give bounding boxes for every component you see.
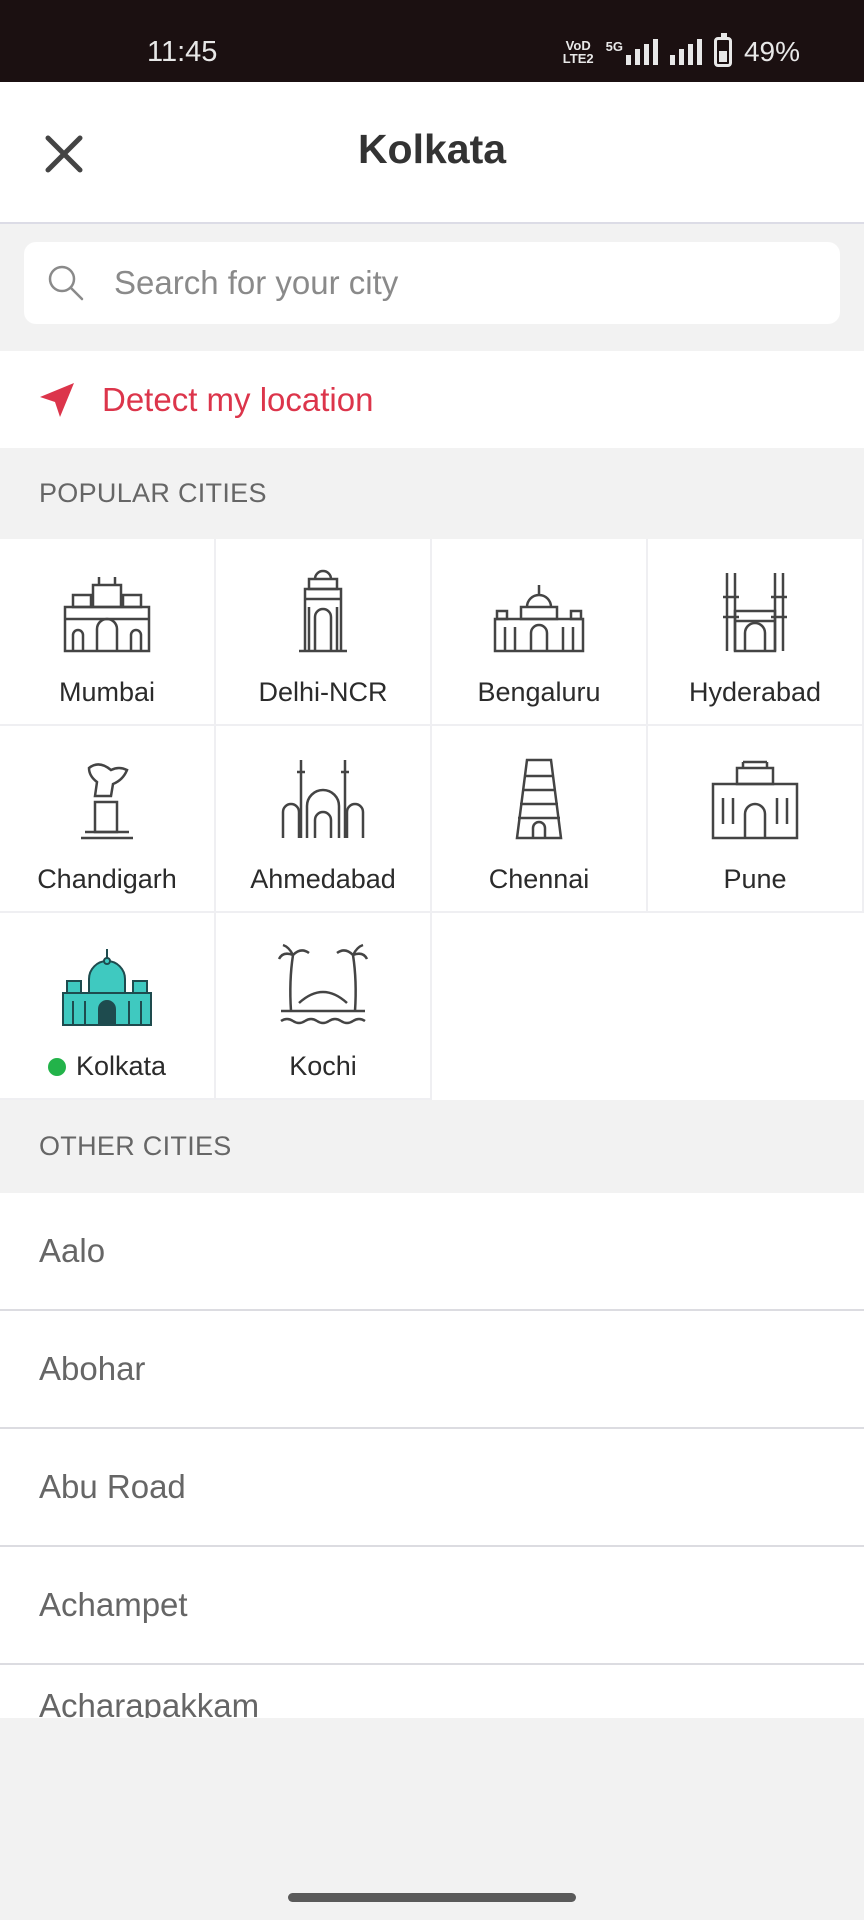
city-tile-delhi-ncr[interactable]: Delhi-NCR	[216, 539, 432, 726]
selected-indicator-dot	[47, 1057, 66, 1076]
search-box[interactable]	[24, 242, 840, 324]
popular-cities-grid: Mumbai Delhi-NCR Bengaluru Hyderabad Cha…	[0, 539, 864, 1100]
city-label: Kolkata	[47, 1051, 167, 1082]
city-label: Delhi-NCR	[258, 677, 387, 708]
city-name: Ahmedabad	[250, 864, 396, 894]
city-name: Pune	[723, 864, 787, 894]
list-item[interactable]: Acharapakkam	[0, 1665, 864, 1718]
detect-location-button[interactable]: Detect my location	[0, 351, 864, 448]
city-tile-pune[interactable]: Pune	[648, 726, 864, 913]
other-cities-heading: OTHER CITIES	[0, 1100, 864, 1193]
city-tile-chennai[interactable]: Chennai	[432, 726, 648, 913]
city-label: Bengaluru	[477, 677, 600, 708]
city-name: Mumbai	[58, 677, 156, 707]
india-gate-icon	[299, 569, 347, 653]
search-input[interactable]	[114, 264, 794, 302]
search-section	[0, 226, 864, 351]
city-label: Chandigarh	[37, 864, 177, 895]
list-item[interactable]: Aalo	[0, 1193, 864, 1311]
palm-trees-icon	[277, 943, 369, 1025]
victoria-memorial-icon	[62, 949, 152, 1026]
city-name: Delhi-NCR	[258, 677, 388, 707]
list-item[interactable]: Achampet	[0, 1547, 864, 1665]
list-item[interactable]: Abohar	[0, 1311, 864, 1429]
status-time: 11:45	[147, 36, 218, 68]
city-tile-bengaluru[interactable]: Bengaluru	[432, 539, 648, 726]
city-tile-chandigarh[interactable]: Chandigarh	[0, 726, 216, 913]
city-label: Pune	[723, 864, 786, 895]
popular-cities-heading: POPULAR CITIES	[0, 448, 864, 539]
status-icons: VoD LTE2 5G 49%	[563, 33, 800, 68]
search-icon	[48, 265, 84, 301]
list-item[interactable]: Abu Road	[0, 1429, 864, 1547]
shaniwar-wada-icon	[711, 760, 799, 840]
city-label: Mumbai	[59, 677, 155, 708]
city-name: Kolkata	[75, 1051, 167, 1081]
page-title: Kolkata	[357, 126, 507, 172]
detect-location-label: Detect my location	[102, 380, 374, 418]
city-tile-mumbai[interactable]: Mumbai	[0, 539, 216, 726]
temple-gopuram-icon	[515, 758, 563, 840]
city-label: Kochi	[289, 1051, 357, 1082]
volte-icon: VoD LTE2	[563, 39, 594, 65]
city-name: Kochi	[289, 1051, 357, 1081]
signal-icon	[669, 39, 702, 65]
city-tile-ahmedabad[interactable]: Ahmedabad	[216, 726, 432, 913]
city-tile-hyderabad[interactable]: Hyderabad	[648, 539, 864, 726]
ahmedabad-mosque-icon	[281, 760, 365, 838]
city-name: Hyderabad	[688, 677, 822, 707]
status-bar: 11:45 VoD LTE2 5G 49%	[0, 0, 864, 82]
battery-percent: 49%	[743, 36, 800, 67]
5g-label: 5G	[605, 39, 623, 54]
signal-5g-icon: 5G	[606, 39, 658, 65]
other-cities-list: Aalo Abohar Abu Road Achampet Acharapakk…	[0, 1193, 864, 1718]
city-tile-kochi[interactable]: Kochi	[216, 913, 432, 1100]
city-name: Chennai	[488, 864, 590, 894]
city-tile-kolkata[interactable]: Kolkata	[0, 913, 216, 1100]
gateway-of-india-icon	[63, 577, 151, 653]
empty-cell	[432, 913, 648, 1100]
open-hand-monument-icon	[81, 763, 133, 840]
navigation-arrow-icon	[40, 382, 74, 417]
vidhana-soudha-icon	[493, 585, 585, 653]
city-label: Hyderabad	[689, 677, 821, 708]
volte-bottom-label: LTE2	[562, 51, 594, 66]
city-name: Chandigarh	[37, 864, 177, 894]
home-indicator[interactable]	[288, 1893, 576, 1902]
battery-icon	[713, 33, 732, 67]
city-label: Ahmedabad	[250, 864, 396, 895]
city-label: Chennai	[489, 864, 590, 895]
charminar-icon	[723, 573, 787, 653]
city-name: Bengaluru	[477, 677, 601, 707]
header: Kolkata	[0, 82, 864, 224]
